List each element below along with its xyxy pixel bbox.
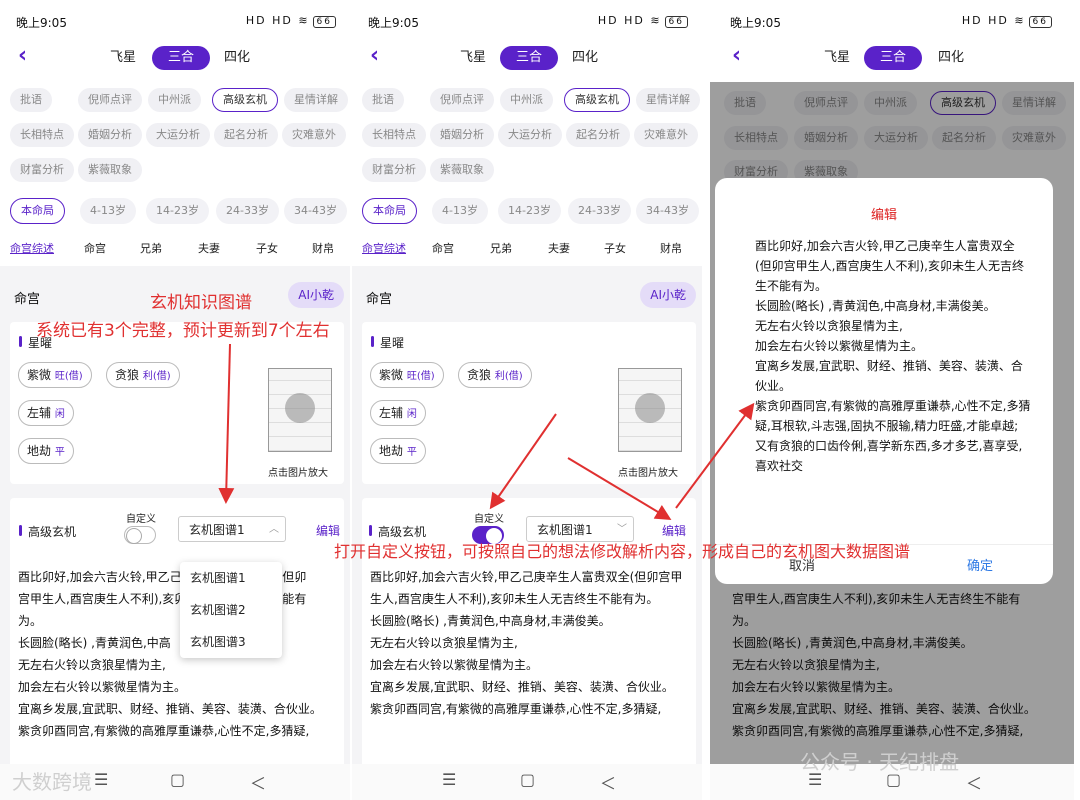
- arrow-to-toggle: [489, 413, 557, 510]
- watermark-right: 公众号 · 天纪排盘: [800, 750, 960, 774]
- annotation-count: 系统已有3个完整，预计更新到7个左右: [36, 321, 330, 341]
- arrow-to-dialog: [675, 402, 755, 509]
- watermark-left: 大数跨境: [12, 770, 92, 794]
- annotation-title: 玄机知识图谱: [150, 293, 252, 313]
- annotation-custom: 打开自定义按钮，可按照自己的想法修改解析内容，形成自己的玄机图大数据图谱: [334, 542, 911, 561]
- annotation-arrows: [218, 343, 755, 521]
- screenshot-root: 晚上9:05 HD HD ≋ 66 ‹ 飞星 三合 四化 批语 倪师点评 中州派 …: [0, 0, 1080, 800]
- arrow-to-edit: [567, 457, 672, 521]
- arrow-to-select: [218, 343, 235, 504]
